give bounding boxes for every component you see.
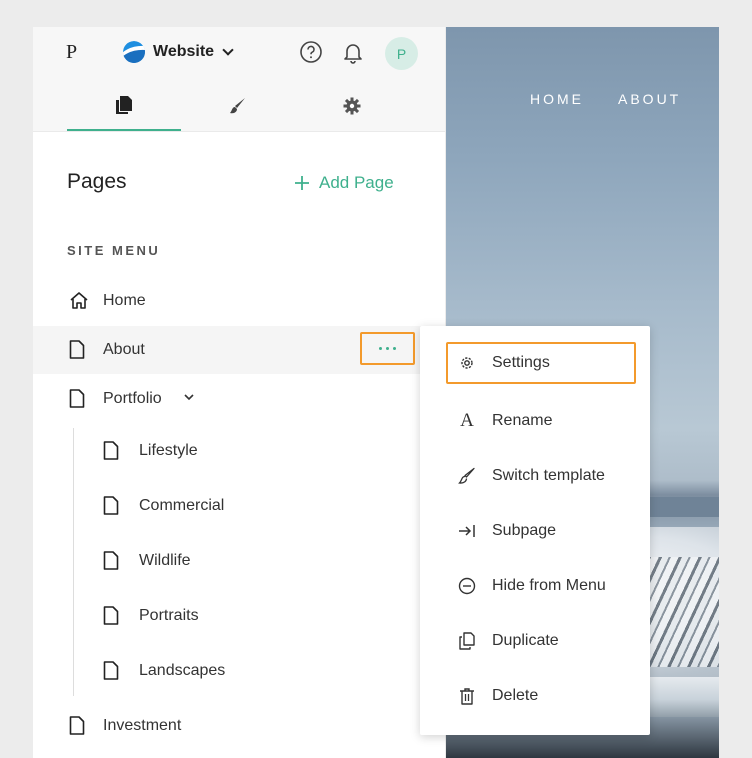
preview-nav-home[interactable]: HOME	[530, 91, 584, 107]
menu-item-rename[interactable]: A Rename	[420, 400, 650, 442]
page-icon	[103, 441, 121, 461]
avatar[interactable]: P	[385, 37, 418, 70]
brush-icon	[230, 98, 245, 114]
page-label: Lifestyle	[139, 442, 198, 459]
menu-item-switch-template[interactable]: Switch template	[420, 455, 650, 497]
menu-item-settings[interactable]: Settings	[446, 342, 636, 384]
panel-tabs	[33, 81, 445, 132]
menu-item-label: Switch template	[492, 467, 605, 484]
duplicate-icon	[458, 632, 476, 650]
page-label: Landscapes	[139, 662, 226, 679]
pages-sidebar: P Website P Pages Add Page SITE MENU Hom…	[33, 27, 445, 758]
gear-icon	[458, 354, 476, 372]
top-bar: P Website P	[33, 27, 445, 81]
site-switcher[interactable]: Website	[123, 39, 234, 65]
page-label: Wildlife	[139, 552, 191, 569]
more-dots-icon	[386, 347, 389, 350]
brush-icon	[458, 467, 476, 485]
text-icon: A	[460, 410, 474, 431]
page-item-home[interactable]: Home	[33, 277, 445, 325]
page-item-portraits[interactable]: Portraits	[33, 592, 445, 640]
pixpa-logo[interactable]: P	[66, 41, 77, 64]
page-item-investment[interactable]: Investment	[33, 702, 445, 750]
indent-icon	[458, 522, 476, 540]
site-name: Website	[153, 43, 215, 60]
page-icon	[103, 661, 121, 681]
preview-nav-about[interactable]: ABOUT	[618, 91, 681, 107]
menu-item-label: Delete	[492, 687, 539, 704]
pages-icon	[116, 96, 132, 114]
preview-rocks	[639, 557, 719, 667]
page-label: Investment	[103, 717, 182, 734]
page-item-landscapes[interactable]: Landscapes	[33, 647, 445, 695]
add-page-button[interactable]: Add Page	[295, 173, 394, 193]
hide-icon	[458, 577, 476, 595]
more-dots-icon	[379, 347, 382, 350]
page-icon	[69, 389, 87, 409]
page-item-lifestyle[interactable]: Lifestyle	[33, 427, 445, 475]
page-item-portfolio[interactable]: Portfolio	[33, 375, 445, 423]
gear-icon	[343, 97, 361, 115]
page-icon	[103, 606, 121, 626]
menu-item-duplicate[interactable]: Duplicate	[420, 620, 650, 662]
tab-design[interactable]	[181, 81, 295, 131]
page-icon	[103, 551, 121, 571]
page-label: Portraits	[139, 607, 199, 624]
page-label: Portfolio	[103, 390, 162, 407]
page-context-menu: Settings A Rename Switch template Subpag…	[420, 326, 650, 735]
tab-settings[interactable]	[295, 81, 409, 131]
add-page-label: Add Page	[319, 173, 394, 192]
menu-item-delete[interactable]: Delete	[420, 675, 650, 717]
menu-item-label: Hide from Menu	[492, 577, 606, 594]
menu-item-hide-from-menu[interactable]: Hide from Menu	[420, 565, 650, 607]
page-item-commercial[interactable]: Commercial	[33, 482, 445, 530]
page-label: Home	[103, 292, 146, 309]
menu-item-label: Duplicate	[492, 632, 559, 649]
page-icon	[103, 496, 121, 516]
page-options-button[interactable]	[360, 332, 415, 365]
more-dots-icon	[393, 347, 396, 350]
chevron-down-icon[interactable]	[183, 390, 195, 408]
page-icon	[69, 716, 87, 736]
trash-icon	[458, 687, 476, 705]
menu-item-label: Subpage	[492, 522, 557, 539]
home-icon	[69, 291, 88, 311]
page-label: About	[103, 341, 145, 358]
site-icon	[123, 41, 145, 63]
menu-item-label: Rename	[492, 412, 553, 429]
preview-nav: HOME ABOUT	[530, 91, 715, 107]
page-icon	[69, 340, 87, 360]
page-item-wildlife[interactable]: Wildlife	[33, 537, 445, 585]
site-menu-label: SITE MENU	[67, 243, 161, 258]
bell-icon[interactable]	[340, 39, 366, 65]
page-label: Commercial	[139, 497, 225, 514]
chevron-down-icon	[222, 44, 234, 56]
menu-item-subpage[interactable]: Subpage	[420, 510, 650, 552]
plus-icon	[295, 176, 309, 190]
tab-pages[interactable]	[67, 81, 181, 131]
menu-item-label: Settings	[492, 354, 550, 371]
help-icon[interactable]	[298, 39, 324, 65]
pages-title: Pages	[67, 170, 127, 193]
